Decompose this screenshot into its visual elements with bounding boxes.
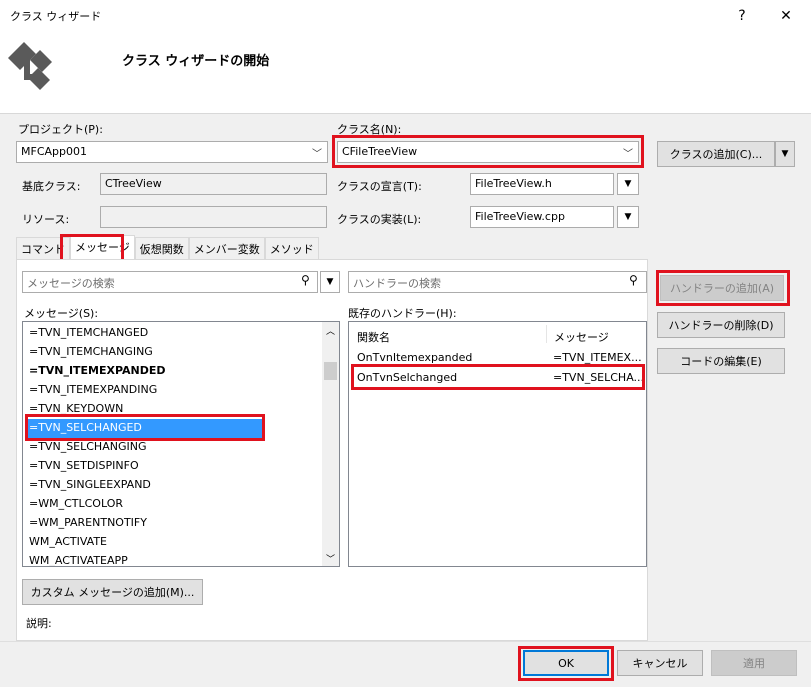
selchanged-highlight bbox=[25, 414, 265, 441]
title-bar: クラス ウィザード ? ✕ bbox=[0, 0, 811, 32]
project-combo[interactable]: MFCApp001 ﹀ bbox=[16, 141, 328, 163]
class-impl-label: クラスの実装(L): bbox=[337, 213, 422, 226]
project-value: MFCApp001 bbox=[21, 145, 87, 158]
handlers-listview[interactable]: 関数名 メッセージ OnTvnItemexpanded =TVN_ITEMEX.… bbox=[348, 321, 647, 567]
chevron-down-icon[interactable]: ﹀ bbox=[326, 552, 335, 565]
description-label: 説明: bbox=[26, 617, 52, 630]
list-item[interactable]: =TVN_SETDISPINFO bbox=[23, 457, 339, 476]
delete-handler-button[interactable]: ハンドラーの削除(D) bbox=[657, 312, 785, 338]
chevron-down-icon: ▼ bbox=[781, 149, 789, 159]
class-wizard-icon bbox=[8, 42, 52, 90]
resource-label: リソース: bbox=[22, 213, 70, 226]
class-decl-field[interactable]: FileTreeView.h bbox=[470, 173, 614, 195]
list-item[interactable]: =TVN_ITEMEXPANDING bbox=[23, 381, 339, 400]
add-class-dropdown-button[interactable]: ▼ bbox=[775, 141, 795, 167]
add-class-button[interactable]: クラスの追加(C)... bbox=[657, 141, 775, 167]
column-message[interactable]: メッセージ bbox=[554, 329, 609, 345]
list-item[interactable]: =TVN_ITEMCHANGING bbox=[23, 343, 339, 362]
class-name-highlight bbox=[332, 135, 644, 168]
list-item[interactable]: =TVN_SINGLEEXPAND bbox=[23, 476, 339, 495]
handler-highlight bbox=[351, 364, 645, 390]
resource-field bbox=[100, 206, 327, 228]
search-icon: ⚲ bbox=[629, 273, 638, 287]
list-item[interactable]: =WM_PARENTNOTIFY bbox=[23, 514, 339, 533]
tab-member-variables[interactable]: メンバー変数 bbox=[188, 237, 265, 259]
wizard-title: クラス ウィザードの開始 bbox=[122, 54, 270, 69]
list-item[interactable]: =TVN_ITEMCHANGED bbox=[23, 324, 339, 343]
column-divider bbox=[546, 325, 547, 343]
scrollbar-thumb[interactable] bbox=[324, 362, 337, 380]
chevron-down-icon: ▼ bbox=[624, 179, 632, 189]
base-class-field: CTreeView bbox=[100, 173, 327, 195]
chevron-down-icon: ▼ bbox=[624, 212, 632, 222]
window-title: クラス ウィザード bbox=[10, 10, 102, 23]
messages-label: メッセージ(S): bbox=[24, 307, 99, 320]
help-button[interactable]: ? bbox=[722, 0, 762, 32]
add-handler-highlight bbox=[656, 270, 790, 306]
handler-row-function[interactable]: OnTvnItemexpanded bbox=[357, 351, 472, 364]
base-class-label: 基底クラス: bbox=[22, 180, 81, 193]
class-decl-label: クラスの宣言(T): bbox=[337, 180, 422, 193]
apply-button[interactable]: 適用 bbox=[711, 650, 797, 676]
tab-methods[interactable]: メソッド bbox=[264, 237, 319, 259]
list-item[interactable]: =WM_CTLCOLOR bbox=[23, 495, 339, 514]
search-icon: ⚲ bbox=[301, 273, 310, 287]
class-impl-dropdown[interactable]: ▼ bbox=[617, 206, 639, 228]
wizard-header bbox=[0, 32, 811, 114]
messages-scrollbar[interactable]: ︿ ﹀ bbox=[322, 322, 339, 566]
close-button[interactable]: ✕ bbox=[766, 0, 806, 32]
chevron-down-icon: ▼ bbox=[326, 277, 334, 287]
edit-code-button[interactable]: コードの編集(E) bbox=[657, 348, 785, 374]
tab-virtual-functions[interactable]: 仮想関数 bbox=[134, 237, 189, 259]
footer-divider bbox=[0, 641, 811, 642]
add-custom-message-button[interactable]: カスタム メッセージの追加(M)... bbox=[22, 579, 203, 605]
list-item[interactable]: WM_ACTIVATEAPP bbox=[23, 552, 339, 566]
message-search-input[interactable]: メッセージの検索 bbox=[22, 271, 318, 293]
handler-row-message[interactable]: =TVN_ITEMEX... bbox=[553, 351, 642, 364]
ok-highlight bbox=[518, 646, 614, 681]
handler-search-input[interactable]: ハンドラーの検索 bbox=[348, 271, 647, 293]
column-function-name[interactable]: 関数名 bbox=[357, 329, 390, 345]
handlers-label: 既存のハンドラー(H): bbox=[348, 307, 457, 320]
cancel-button[interactable]: キャンセル bbox=[617, 650, 703, 676]
project-label: プロジェクト(P): bbox=[18, 123, 103, 136]
message-search-dropdown[interactable]: ▼ bbox=[320, 271, 340, 293]
class-decl-dropdown[interactable]: ▼ bbox=[617, 173, 639, 195]
class-impl-field[interactable]: FileTreeView.cpp bbox=[470, 206, 614, 228]
chevron-up-icon[interactable]: ︿ bbox=[326, 324, 335, 337]
chevron-down-icon: ﹀ bbox=[312, 148, 322, 160]
messages-listbox[interactable]: =TVN_ITEMCHANGED =TVN_ITEMCHANGING =TVN_… bbox=[22, 321, 340, 567]
list-item[interactable]: =TVN_ITEMEXPANDED bbox=[23, 362, 339, 381]
list-item[interactable]: WM_ACTIVATE bbox=[23, 533, 339, 552]
